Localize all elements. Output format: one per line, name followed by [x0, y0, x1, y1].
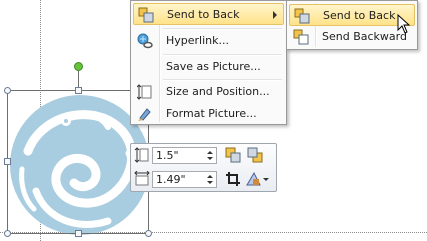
- send-backward-icon[interactable]: [247, 147, 263, 163]
- menu-item-hyperlink[interactable]: Hyperlink...: [133, 30, 284, 52]
- menu-item-send-to-back[interactable]: Send to Back: [133, 3, 284, 25]
- context-menu: Send to Back Hyperlink... Save as Pictur…: [130, 0, 287, 125]
- resize-handle-left[interactable]: [4, 158, 11, 165]
- shape-width-value: 1.49": [156, 173, 186, 186]
- shape-height-value: 1.5": [156, 149, 179, 162]
- send-backward-icon: [293, 29, 309, 45]
- spin-up-icon[interactable]: [207, 175, 213, 178]
- spin-up-icon[interactable]: [207, 151, 213, 154]
- resize-handle-bottom-left[interactable]: [4, 230, 11, 237]
- menu-item-format-picture[interactable]: Format Picture...: [133, 103, 284, 125]
- menu-item-label: Size and Position...: [166, 85, 270, 98]
- size-position-icon: [137, 84, 152, 100]
- shape-width-input[interactable]: 1.49": [152, 171, 217, 188]
- menu-item-size-and-position[interactable]: Size and Position...: [133, 81, 284, 103]
- menu-item-label: Send Backward: [322, 30, 407, 43]
- mouse-pointer-icon: [397, 14, 411, 34]
- send-to-back-icon: [138, 7, 154, 23]
- resize-handle-bottom[interactable]: [75, 230, 82, 237]
- mini-toolbar: 1.5" 1.49": [130, 143, 277, 192]
- shape-height-input[interactable]: 1.5": [152, 147, 217, 164]
- selection-frame: [7, 90, 149, 234]
- submenu-arrow-icon: [273, 11, 277, 19]
- send-to-back-icon: [294, 8, 310, 24]
- menu-item-label: Hyperlink...: [166, 34, 229, 47]
- change-shape-icon[interactable]: [245, 171, 269, 187]
- menu-item-save-as-picture[interactable]: Save as Picture...: [133, 56, 284, 78]
- menu-item-label: Send to Back: [167, 8, 240, 21]
- resize-handle-top-left[interactable]: [4, 87, 11, 94]
- menu-item-label: Send to Back: [323, 9, 396, 22]
- bring-forward-icon[interactable]: [225, 147, 241, 163]
- shape-height-icon: [134, 147, 149, 163]
- menu-item-label: Save as Picture...: [166, 60, 261, 73]
- menu-item-label: Format Picture...: [166, 107, 257, 120]
- shape-width-icon: [134, 171, 150, 186]
- spin-down-icon[interactable]: [207, 181, 213, 184]
- rotation-handle[interactable]: [74, 62, 83, 71]
- resize-handle-top[interactable]: [75, 87, 82, 94]
- spin-down-icon[interactable]: [207, 157, 213, 160]
- resize-handle-bottom-right[interactable]: [145, 230, 152, 237]
- hyperlink-icon: [137, 33, 153, 49]
- crop-icon[interactable]: [225, 171, 241, 187]
- format-picture-icon: [138, 108, 151, 121]
